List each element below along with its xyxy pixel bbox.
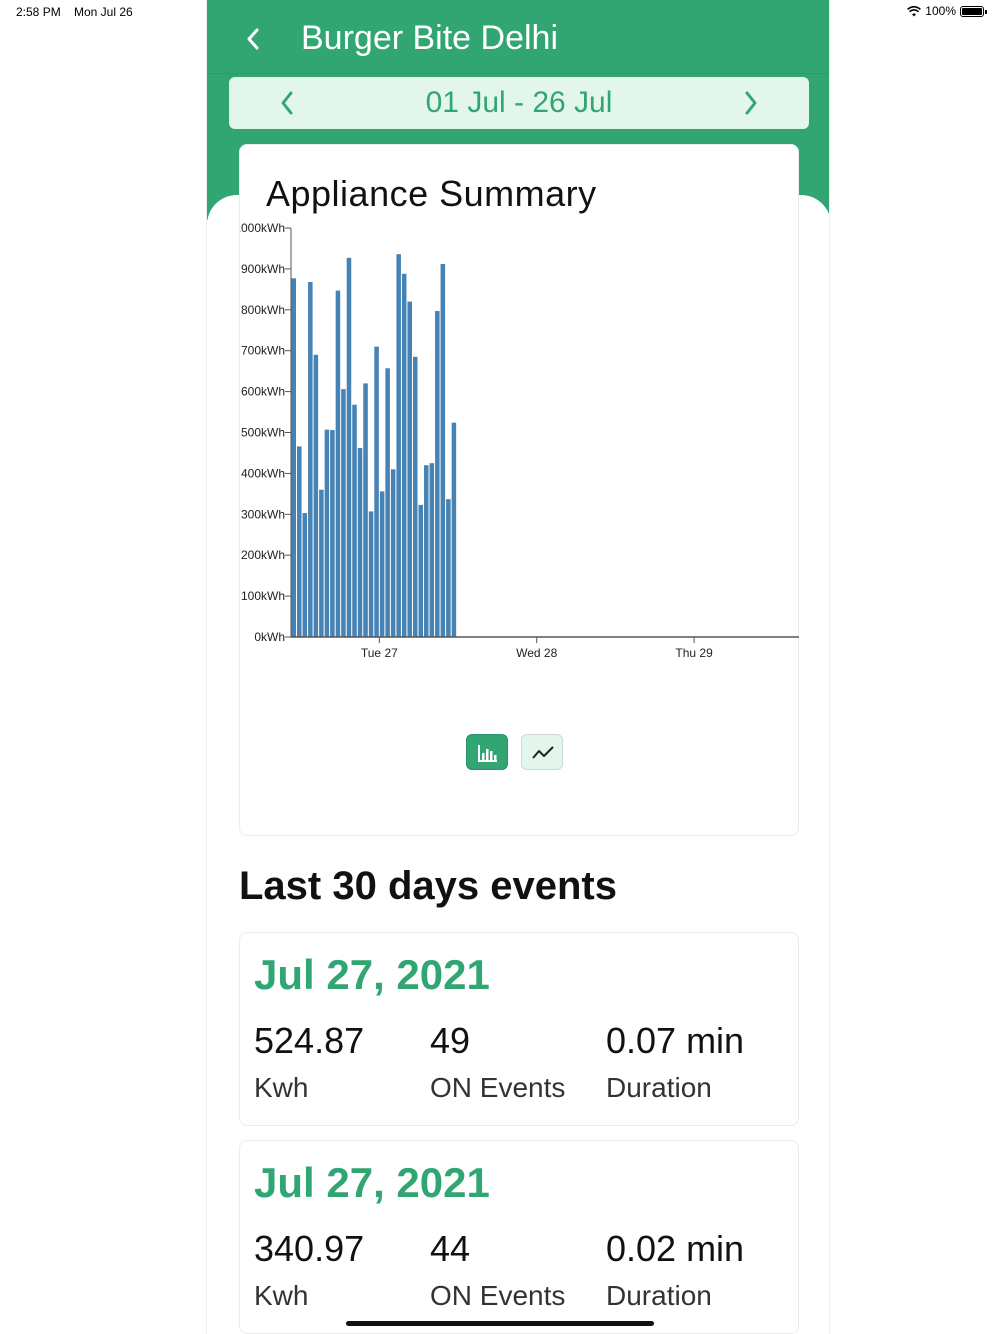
event-on-events-value: 44 (430, 1228, 471, 1269)
bar (319, 489, 324, 637)
bar (435, 311, 440, 637)
bar (297, 446, 302, 637)
bar (407, 301, 412, 637)
event-kwh-label: Kwh (254, 1072, 309, 1103)
bar (363, 383, 368, 637)
bar (424, 465, 429, 637)
event-energy: 340.97 Kwh (254, 1227, 364, 1313)
status-date: Mon Jul 26 (74, 5, 133, 19)
bar (451, 422, 457, 637)
date-range-selector: 01 Jul - 26 Jul (229, 77, 809, 129)
y-tick-label: 300kWh (241, 507, 285, 521)
bar-chart: 0kWh 100kWh 200kWh 300kWh 400kWh 500kWh 600kWh… (240, 221, 799, 660)
bar (440, 263, 446, 637)
events-heading: Last 30 days events (239, 864, 617, 908)
event-duration: 0.07 min Duration (606, 1019, 744, 1105)
battery-fill (962, 7, 982, 15)
event-card[interactable]: Jul 27, 2021 524.87 Kwh 49 ON Events 0.0… (239, 932, 799, 1126)
y-tick-label: 400kWh (241, 466, 285, 480)
bar (352, 404, 357, 637)
bar (308, 281, 313, 637)
event-duration-label: Duration (606, 1072, 712, 1103)
x-tick-label: Thu 29 (675, 646, 713, 660)
bar (357, 448, 363, 637)
status-indicators: 100% (907, 4, 987, 18)
bar (385, 368, 390, 637)
y-tick-label: 800kWh (241, 303, 285, 317)
home-indicator (346, 1321, 654, 1326)
next-range-button[interactable] (731, 81, 771, 125)
date-range-label: 01 Jul - 26 Jul (425, 86, 613, 119)
y-tick-label: 700kWh (241, 344, 285, 358)
event-date: Jul 27, 2021 (254, 951, 490, 998)
bar (330, 430, 335, 637)
line-chart-icon (532, 746, 554, 759)
y-tick-label: 200kWh (241, 548, 285, 562)
event-card[interactable]: Jul 27, 2021 340.97 Kwh 44 ON Events 0.0… (239, 1140, 799, 1334)
event-on-events-label: ON Events (430, 1072, 566, 1103)
event-kwh-label: Kwh (254, 1280, 309, 1311)
status-time: 2:58 PM (16, 5, 61, 19)
bar (313, 354, 319, 637)
bar (341, 389, 346, 637)
bar (368, 511, 374, 637)
event-duration-value: 0.07 min (606, 1020, 745, 1061)
y-tick-label: 500kWh (241, 426, 285, 440)
appliance-summary-card: Appliance Summary 0kWh 100kWh 200kWh 300kWh… (239, 144, 799, 836)
y-tick-label: 0kWh (254, 630, 285, 644)
event-on-events: 44 ON Events (430, 1227, 565, 1313)
x-tick-label: Tue 27 (361, 646, 398, 660)
event-kwh-value: 524.87 (254, 1020, 365, 1061)
page-title: Burger Bite Delhi (301, 19, 559, 57)
bar (324, 429, 330, 637)
bar (390, 469, 396, 637)
line-view-button[interactable] (521, 734, 563, 770)
event-on-events-value: 49 (430, 1020, 471, 1061)
bar (446, 499, 451, 637)
event-date: Jul 27, 2021 (254, 1159, 490, 1206)
y-tick-label: 1000kWh (240, 221, 285, 235)
event-kwh-value: 340.97 (254, 1228, 365, 1269)
bar (396, 254, 401, 637)
back-button[interactable] (237, 18, 269, 58)
event-on-events-label: ON Events (430, 1280, 566, 1311)
bar (374, 346, 379, 637)
event-duration: 0.02 min Duration (606, 1227, 744, 1313)
chart-title: Appliance Summary (266, 173, 597, 214)
event-duration-value: 0.02 min (606, 1228, 745, 1269)
event-energy: 524.87 Kwh (254, 1019, 364, 1105)
y-tick-label: 600kWh (241, 385, 285, 399)
y-tick-label: 900kWh (241, 262, 285, 276)
event-on-events: 49 ON Events (430, 1019, 565, 1105)
chevron-left-icon (247, 28, 259, 50)
bar (302, 513, 308, 637)
bar (346, 257, 352, 637)
y-tick-label: 100kWh (241, 589, 285, 603)
app-screen: Burger Bite Delhi 01 Jul - 26 Jul Applia… (206, 0, 830, 1334)
bar (335, 290, 341, 637)
bar (412, 356, 418, 637)
bar-view-button[interactable] (466, 734, 508, 770)
bar (418, 504, 424, 637)
bar (291, 278, 297, 637)
bar (429, 463, 435, 637)
header-divider (207, 73, 829, 74)
x-tick-label: Wed 28 (516, 646, 557, 660)
battery-percent: 100% (925, 4, 956, 18)
chevron-right-icon (745, 91, 757, 115)
bar (379, 491, 385, 637)
bar (401, 273, 407, 637)
battery-icon (960, 5, 987, 17)
wifi-icon (907, 5, 922, 16)
bar-chart-icon (478, 745, 497, 762)
event-duration-label: Duration (606, 1280, 712, 1311)
